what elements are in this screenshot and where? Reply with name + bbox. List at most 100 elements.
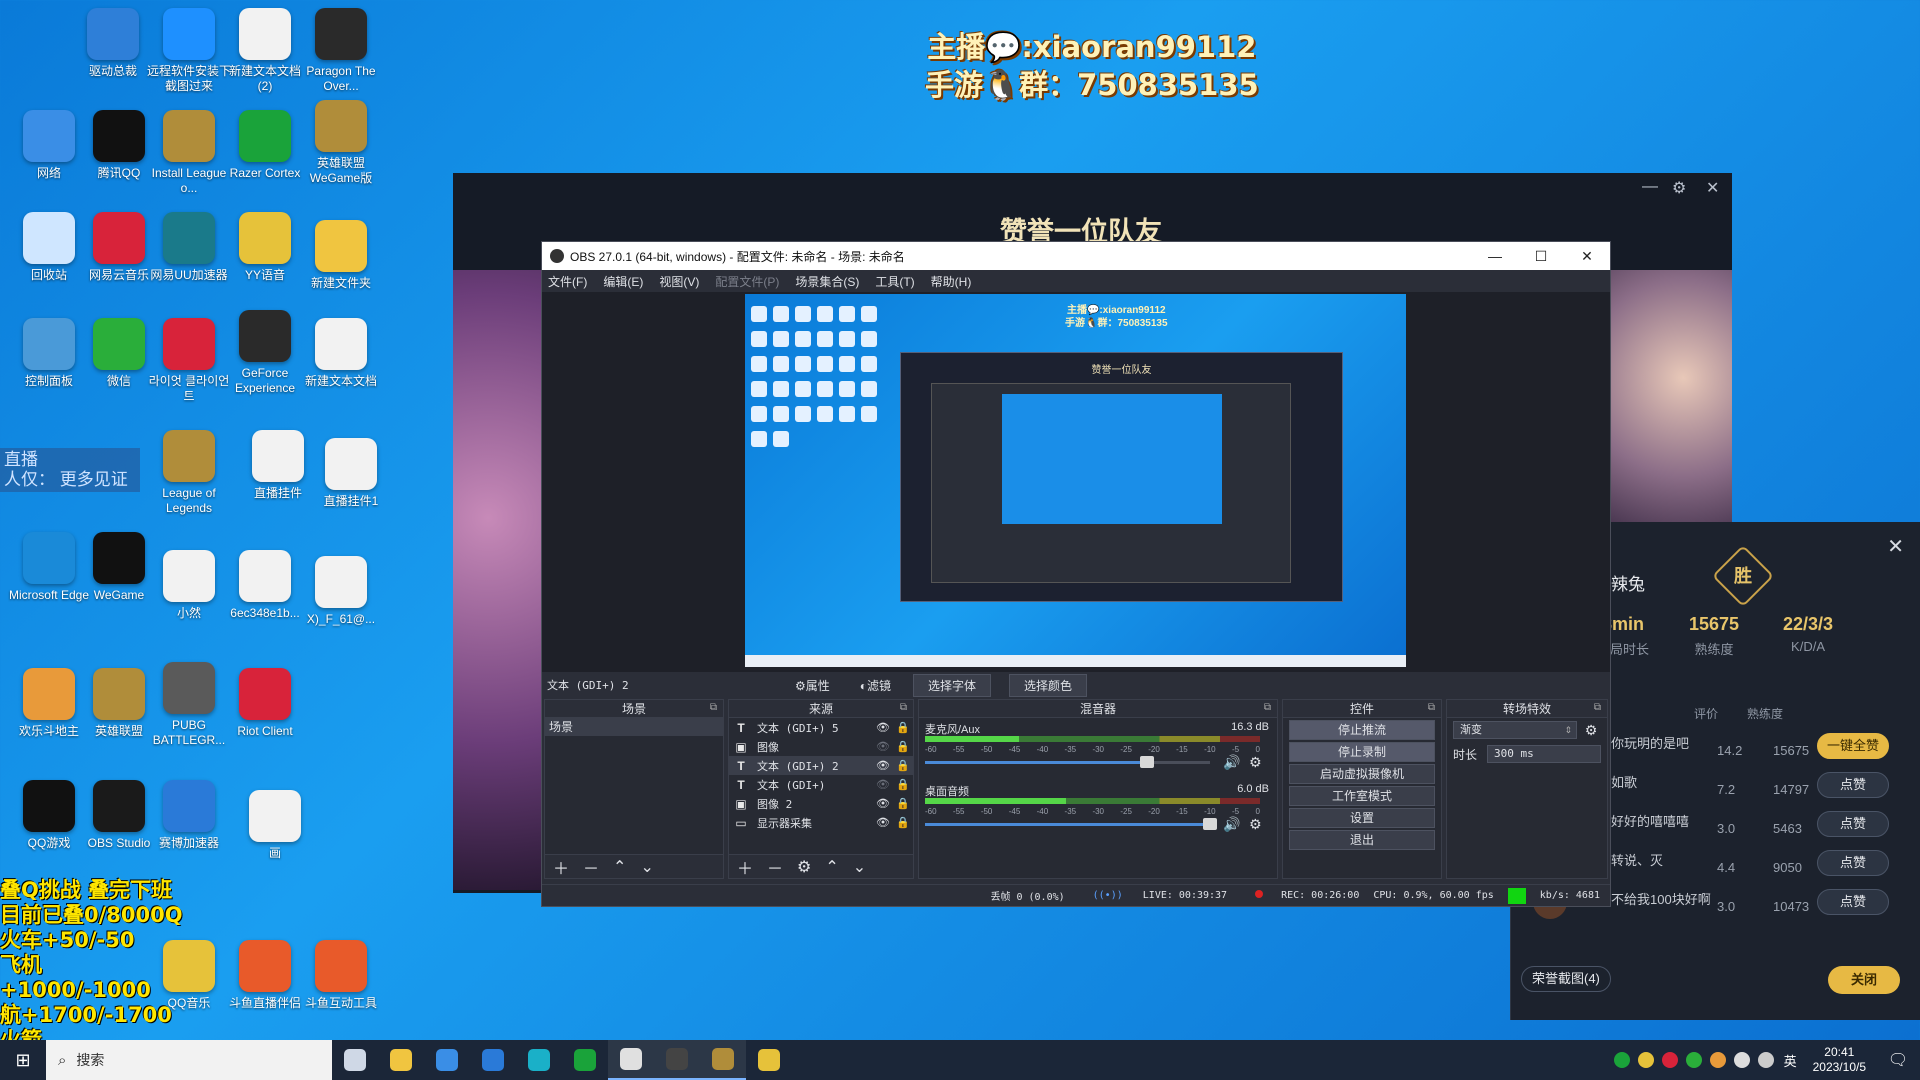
input-language[interactable]: 英: [1784, 1051, 1797, 1070]
select-font-button[interactable]: 选择字体: [913, 673, 992, 697]
slider-knob[interactable]: [1140, 756, 1155, 768]
scene-item[interactable]: 场景: [545, 718, 723, 736]
speaker-icon[interactable]: 🔊: [1223, 754, 1240, 771]
desktop-icon[interactable]: 直播挂件1: [308, 438, 394, 509]
lock-icon[interactable]: 🔒: [893, 759, 913, 772]
desktop-icon[interactable]: Paragon The Over...: [298, 8, 384, 94]
lock-icon[interactable]: 🔒: [893, 778, 913, 791]
desktop-icon[interactable]: Install League o...: [146, 110, 232, 196]
taskbar-app[interactable]: [654, 1040, 700, 1080]
transition-type-select[interactable]: 渐变 ⇕: [1453, 721, 1577, 739]
visible-eye-icon[interactable]: 👁: [873, 816, 893, 829]
volume-slider[interactable]: [925, 818, 1217, 830]
desktop-icon[interactable]: 6ec348e1b...: [222, 550, 308, 621]
taskbar-app[interactable]: [378, 1040, 424, 1080]
desktop-icon[interactable]: 斗鱼互动工具: [298, 940, 384, 1011]
hidden-eye-icon[interactable]: 👁: [873, 778, 893, 791]
obs-minimize-button[interactable]: —: [1472, 248, 1518, 265]
visible-eye-icon[interactable]: 👁: [873, 759, 893, 772]
lock-icon[interactable]: 🔒: [893, 797, 913, 810]
control-button[interactable]: 退出: [1289, 830, 1435, 850]
source-row[interactable]: ▭ 显示器采集 👁 🔒: [729, 813, 913, 832]
obs-preview-canvas[interactable]: 主播💬:xiaoran99112 手游🐧群：750835135 赞誉一位队友: [745, 294, 1406, 667]
desktop-icon[interactable]: 新建文本文档 (2): [222, 8, 308, 94]
move-down-icon[interactable]: ⌄: [640, 857, 653, 877]
speaker-icon[interactable]: 🔊: [1223, 816, 1240, 833]
menu-item[interactable]: 工具(T): [875, 273, 914, 290]
taskbar-app[interactable]: [332, 1040, 378, 1080]
visible-eye-icon[interactable]: 👁: [873, 797, 893, 810]
move-down-icon[interactable]: ⌄: [853, 857, 866, 877]
menu-item[interactable]: 编辑(E): [603, 273, 643, 290]
honor-screenshot-button[interactable]: 荣誉截图(4): [1521, 966, 1611, 992]
desktop-icon[interactable]: Riot Client: [222, 668, 308, 739]
move-up-icon[interactable]: ⌃: [825, 857, 838, 877]
desktop-icon[interactable]: 画: [232, 790, 318, 861]
add-scene-icon[interactable]: ＋: [553, 855, 569, 879]
filters-button[interactable]: ◐滤镜: [852, 675, 899, 696]
source-settings-icon[interactable]: ⚙: [797, 857, 811, 877]
praise-all-button[interactable]: 一键全赞: [1817, 733, 1889, 759]
remove-scene-icon[interactable]: －: [583, 855, 599, 879]
taskbar-app[interactable]: [470, 1040, 516, 1080]
result-close-icon[interactable]: ✕: [1887, 534, 1904, 559]
desktop-icon[interactable]: GeForce Experience: [222, 310, 308, 396]
control-button[interactable]: 停止录制: [1289, 742, 1435, 762]
desktop-icon[interactable]: X)_F_61@...: [298, 556, 384, 627]
praise-button[interactable]: 点赞: [1817, 772, 1889, 798]
duration-spinbox[interactable]: 300 ms: [1487, 745, 1601, 763]
tray-razer-icon[interactable]: [1613, 1052, 1630, 1068]
taskbar-search[interactable]: ⌕ 搜索: [46, 1040, 332, 1080]
tray-douyu-icon[interactable]: [1709, 1052, 1726, 1068]
desktop-icon[interactable]: PUBG BATTLEGR...: [146, 662, 232, 748]
game-settings-button[interactable]: ⚙: [1672, 178, 1686, 198]
volume-slider[interactable]: [925, 756, 1210, 768]
lock-icon[interactable]: 🔒: [893, 740, 913, 753]
move-up-icon[interactable]: ⌃: [613, 857, 626, 877]
add-source-icon[interactable]: ＋: [737, 855, 753, 879]
lock-icon[interactable]: 🔒: [893, 816, 913, 829]
visible-eye-icon[interactable]: 👁: [873, 721, 893, 734]
source-row[interactable]: ▣ 图像 2 👁 🔒: [729, 794, 913, 813]
lock-icon[interactable]: 🔒: [893, 721, 913, 734]
dock-float-icon[interactable]: ⧉: [710, 702, 717, 713]
taskbar-app[interactable]: [608, 1040, 654, 1080]
control-button[interactable]: 设置: [1289, 808, 1435, 828]
tray-volume-icon[interactable]: [1757, 1052, 1774, 1068]
desktop-icon[interactable]: 小然: [146, 550, 232, 621]
properties-button[interactable]: ⚙属性: [787, 675, 838, 696]
notification-icon[interactable]: 🗨: [1876, 1050, 1920, 1070]
game-close-button[interactable]: ✕: [1706, 178, 1719, 198]
desktop-icon[interactable]: YY语音: [222, 212, 308, 283]
menu-item[interactable]: 视图(V): [659, 273, 699, 290]
desktop-icon[interactable]: 新建文本文档: [298, 318, 384, 389]
praise-button[interactable]: 点赞: [1817, 889, 1889, 915]
dock-float-icon[interactable]: ⧉: [1264, 702, 1271, 713]
slider-knob[interactable]: [1203, 818, 1217, 830]
menu-item[interactable]: 配置文件(P): [715, 273, 779, 290]
menu-item[interactable]: 场景集合(S): [795, 273, 859, 290]
dock-float-icon[interactable]: ⧉: [900, 702, 907, 713]
tray-riot-icon[interactable]: [1661, 1052, 1678, 1068]
dock-float-icon[interactable]: ⧉: [1594, 702, 1601, 713]
tray-network-icon[interactable]: [1733, 1052, 1750, 1068]
tray-qqmusic-icon[interactable]: [1637, 1052, 1654, 1068]
taskbar-app[interactable]: [700, 1040, 746, 1080]
control-button[interactable]: 启动虚拟摄像机: [1289, 764, 1435, 784]
desktop-icon[interactable]: 远程软件安装下截图过来: [146, 8, 232, 94]
desktop-icon[interactable]: League of Legends: [146, 430, 232, 516]
praise-button[interactable]: 点赞: [1817, 811, 1889, 837]
desktop-icon[interactable]: Razer Cortex: [222, 110, 308, 181]
taskbar-app[interactable]: [562, 1040, 608, 1080]
tray-wechat-icon[interactable]: [1685, 1052, 1702, 1068]
source-row[interactable]: T 文本 (GDI+) 2 👁 🔒: [729, 756, 913, 775]
obs-close-button[interactable]: ✕: [1564, 248, 1610, 265]
game-minimize-button[interactable]: —: [1642, 178, 1658, 196]
source-row[interactable]: T 文本 (GDI+) 5 👁 🔒: [729, 718, 913, 737]
desktop-icon[interactable]: 라이엇 클라이언트: [146, 318, 232, 404]
desktop-icon[interactable]: 赛博加速器: [146, 780, 232, 851]
start-button[interactable]: ⊞: [0, 1040, 46, 1080]
remove-source-icon[interactable]: －: [767, 855, 783, 879]
source-row[interactable]: ▣ 图像 👁 🔒: [729, 737, 913, 756]
taskbar-app[interactable]: [746, 1040, 792, 1080]
